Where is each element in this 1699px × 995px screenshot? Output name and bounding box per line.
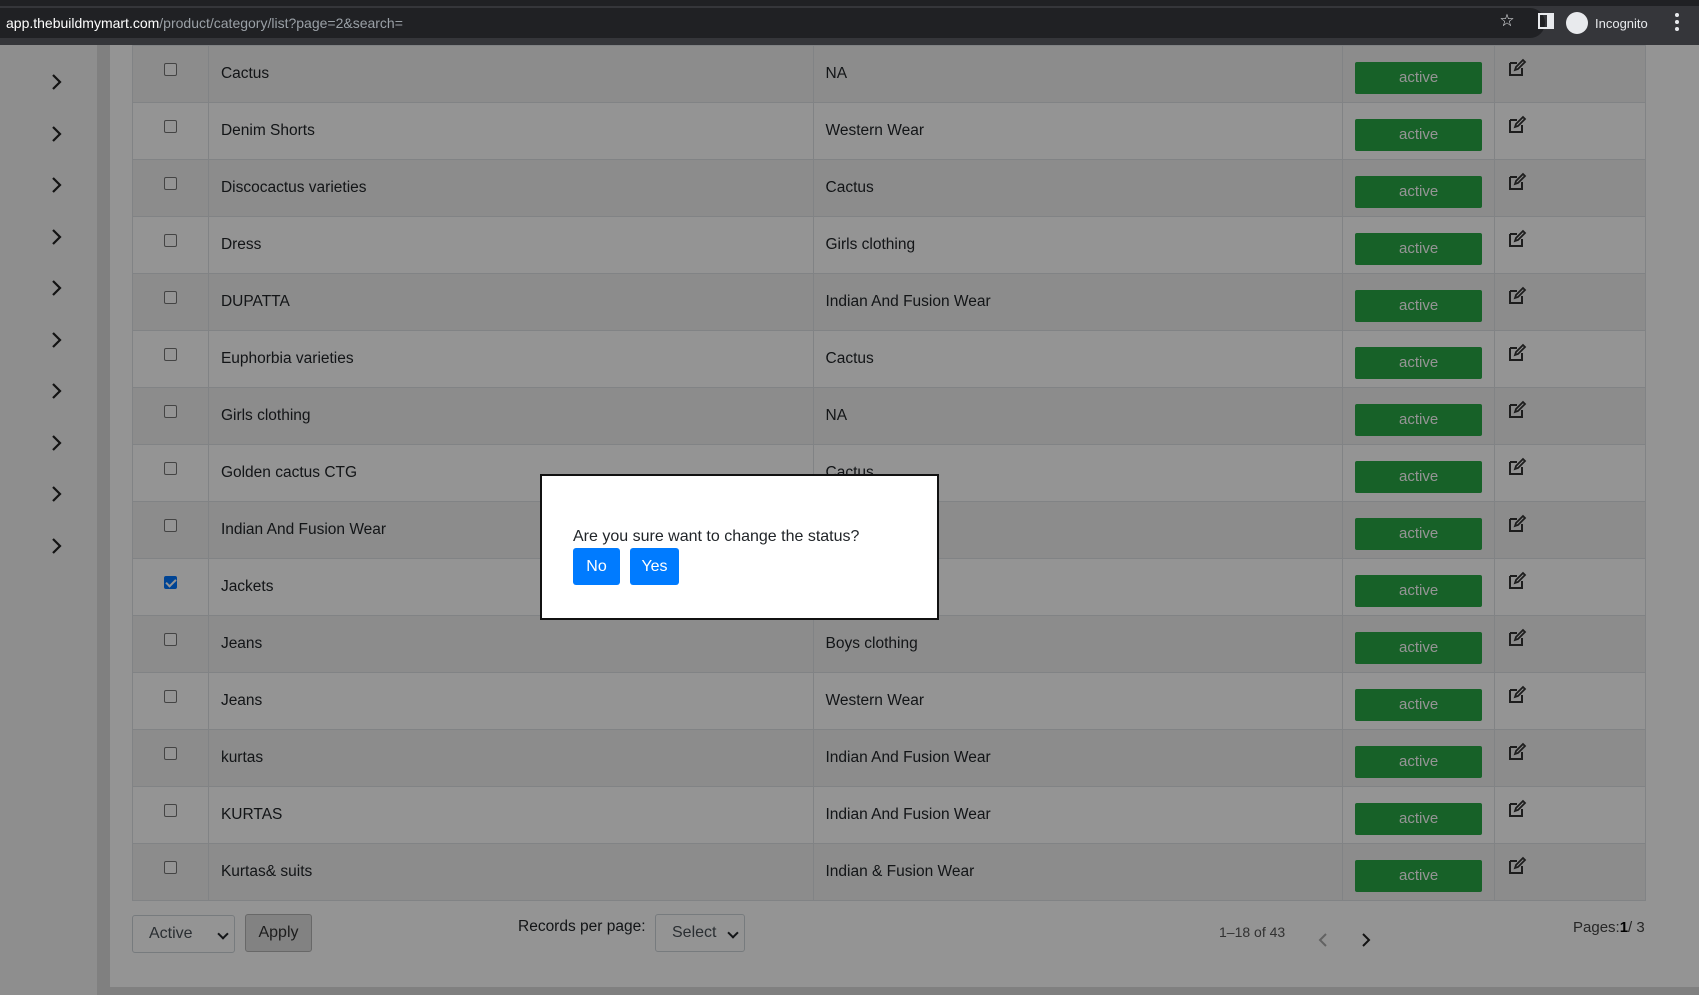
- incognito-icon: [1566, 12, 1588, 34]
- dialog-message: Are you sure want to change the status?: [573, 528, 860, 545]
- browser-top-strip: [0, 0, 1699, 6]
- kebab-menu-icon[interactable]: [1670, 12, 1684, 32]
- confirm-status-dialog: Are you sure want to change the status? …: [540, 474, 939, 620]
- yes-button[interactable]: Yes: [630, 548, 679, 585]
- browser-chrome: app.thebuildmymart.com/product/category/…: [0, 0, 1699, 45]
- side-panel-icon[interactable]: [1536, 11, 1556, 31]
- url-text[interactable]: app.thebuildmymart.com/product/category/…: [6, 15, 403, 31]
- url-host: app.thebuildmymart.com: [6, 15, 160, 31]
- no-button[interactable]: No: [573, 548, 620, 585]
- star-icon[interactable]: ☆: [1496, 10, 1518, 32]
- incognito-label: Incognito: [1595, 15, 1648, 31]
- incognito-badge[interactable]: Incognito: [1566, 10, 1648, 36]
- url-path: /product/category/list?page=2&search=: [159, 15, 403, 31]
